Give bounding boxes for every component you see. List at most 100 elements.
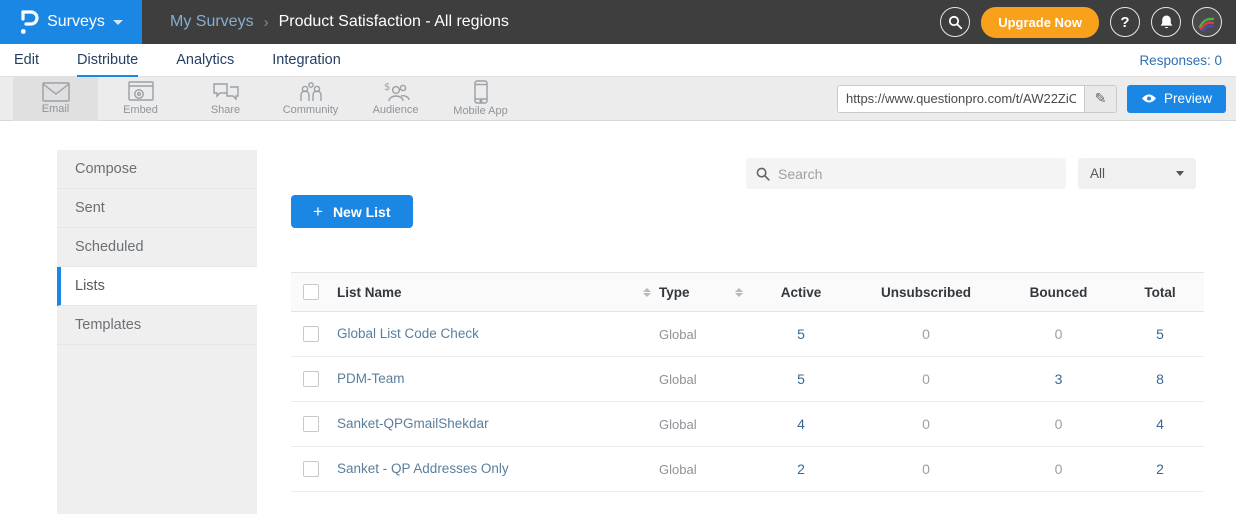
survey-url-field-group: ✎ bbox=[837, 85, 1117, 113]
active-count[interactable]: 4 bbox=[751, 416, 851, 432]
svg-text:$: $ bbox=[384, 82, 390, 93]
section-tabs: Edit Distribute Analytics Integration Re… bbox=[0, 44, 1236, 77]
lists-panel: All + New List List Name Type Active Uns bbox=[257, 121, 1236, 514]
content-area: Compose Sent Scheduled Lists Templates A… bbox=[0, 121, 1236, 514]
chevron-down-icon bbox=[113, 20, 123, 25]
unsubscribed-count[interactable]: 0 bbox=[851, 326, 1001, 342]
breadcrumb-separator-icon: › bbox=[264, 14, 269, 31]
sort-type-icon[interactable] bbox=[735, 288, 743, 297]
toolbar-item-label: Share bbox=[211, 104, 240, 116]
total-count[interactable]: 5 bbox=[1116, 326, 1204, 342]
search-icon bbox=[948, 15, 963, 30]
list-name-link[interactable]: Sanket - QP Addresses Only bbox=[337, 461, 509, 476]
responses-count[interactable]: Responses: 0 bbox=[1139, 53, 1222, 68]
bell-icon bbox=[1159, 14, 1174, 30]
new-list-button[interactable]: + New List bbox=[291, 195, 413, 228]
search-input[interactable] bbox=[778, 166, 1056, 182]
active-count[interactable]: 5 bbox=[751, 371, 851, 387]
tab-edit[interactable]: Edit bbox=[14, 44, 39, 77]
sort-list-name-icon[interactable] bbox=[643, 288, 651, 297]
list-name-link[interactable]: PDM-Team bbox=[337, 371, 405, 386]
table-row: Sanket - QP Addresses Only Global 2 0 0 … bbox=[291, 447, 1204, 492]
column-header-total: Total bbox=[1116, 285, 1204, 300]
select-all-checkbox[interactable] bbox=[303, 284, 319, 300]
brand-label: Surveys bbox=[47, 13, 105, 31]
list-type-filter-dropdown[interactable]: All bbox=[1078, 158, 1196, 189]
email-icon bbox=[42, 82, 70, 102]
total-count[interactable]: 4 bbox=[1116, 416, 1204, 432]
unsubscribed-count[interactable]: 0 bbox=[851, 416, 1001, 432]
survey-url-input[interactable] bbox=[838, 86, 1084, 112]
column-header-bounced: Bounced bbox=[1001, 285, 1116, 300]
toolbar-item-label: Community bbox=[283, 104, 339, 116]
row-checkbox[interactable] bbox=[303, 461, 319, 477]
column-header-unsubscribed: Unsubscribed bbox=[851, 285, 1001, 300]
embed-icon bbox=[128, 81, 154, 103]
list-type: Global bbox=[659, 372, 751, 387]
row-checkbox[interactable] bbox=[303, 416, 319, 432]
toolbar-item-community[interactable]: Community bbox=[268, 77, 353, 121]
preview-button[interactable]: Preview bbox=[1127, 85, 1226, 113]
row-checkbox[interactable] bbox=[303, 371, 319, 387]
column-header-list-name[interactable]: List Name bbox=[337, 285, 402, 300]
edit-url-button[interactable]: ✎ bbox=[1084, 86, 1116, 112]
sidebar-item-compose[interactable]: Compose bbox=[57, 150, 257, 189]
active-count[interactable]: 2 bbox=[751, 461, 851, 477]
table-row: Global List Code Check Global 5 0 0 5 bbox=[291, 312, 1204, 357]
chevron-down-icon bbox=[1176, 171, 1184, 176]
total-count[interactable]: 2 bbox=[1116, 461, 1204, 477]
top-navbar: Surveys My Surveys › Product Satisfactio… bbox=[0, 0, 1236, 44]
page-title: Product Satisfaction - All regions bbox=[279, 13, 509, 31]
toolbar-item-audience[interactable]: $ Audience bbox=[353, 77, 438, 121]
unsubscribed-count[interactable]: 0 bbox=[851, 371, 1001, 387]
list-type: Global bbox=[659, 327, 751, 342]
total-count[interactable]: 8 bbox=[1116, 371, 1204, 387]
toolbar-item-share[interactable]: Share bbox=[183, 77, 268, 121]
search-box bbox=[746, 158, 1066, 189]
questionpro-logo-icon bbox=[19, 8, 39, 36]
pencil-icon: ✎ bbox=[1095, 90, 1107, 107]
tab-distribute[interactable]: Distribute bbox=[77, 44, 138, 77]
bounced-count[interactable]: 0 bbox=[1001, 326, 1116, 342]
bounced-count[interactable]: 0 bbox=[1001, 416, 1116, 432]
preview-label: Preview bbox=[1164, 91, 1212, 106]
share-icon bbox=[212, 81, 240, 103]
email-sidebar: Compose Sent Scheduled Lists Templates bbox=[57, 150, 257, 514]
sidebar-item-templates[interactable]: Templates bbox=[57, 306, 257, 345]
toolbar-item-embed[interactable]: Embed bbox=[98, 77, 183, 121]
sidebar-item-scheduled[interactable]: Scheduled bbox=[57, 228, 257, 267]
surveys-menu-button[interactable]: Surveys bbox=[0, 0, 142, 44]
community-icon bbox=[297, 81, 325, 103]
toolbar-item-email[interactable]: Email bbox=[13, 77, 98, 121]
table-row: PDM-Team Global 5 0 3 8 bbox=[291, 357, 1204, 402]
bounced-count[interactable]: 0 bbox=[1001, 461, 1116, 477]
user-avatar[interactable] bbox=[1192, 7, 1222, 37]
list-name-link[interactable]: Sanket-QPGmailShekdar bbox=[337, 416, 489, 431]
column-header-active: Active bbox=[751, 285, 851, 300]
row-checkbox[interactable] bbox=[303, 326, 319, 342]
tab-analytics[interactable]: Analytics bbox=[176, 44, 234, 77]
eye-icon bbox=[1141, 93, 1157, 104]
help-button[interactable]: ? bbox=[1110, 7, 1140, 37]
sidebar-item-sent[interactable]: Sent bbox=[57, 189, 257, 228]
filter-selected-value: All bbox=[1090, 166, 1105, 181]
audience-icon: $ bbox=[382, 81, 410, 103]
question-mark-icon: ? bbox=[1120, 14, 1129, 31]
toolbar-item-mobile-app[interactable]: Mobile App bbox=[438, 77, 523, 121]
breadcrumb-my-surveys[interactable]: My Surveys bbox=[170, 13, 254, 31]
toolbar-item-label: Mobile App bbox=[453, 105, 507, 117]
unsubscribed-count[interactable]: 0 bbox=[851, 461, 1001, 477]
filters-row: All bbox=[257, 158, 1196, 189]
upgrade-now-button[interactable]: Upgrade Now bbox=[981, 7, 1099, 38]
tab-integration[interactable]: Integration bbox=[272, 44, 341, 77]
notifications-button[interactable] bbox=[1151, 7, 1181, 37]
sidebar-item-lists[interactable]: Lists bbox=[57, 267, 257, 306]
new-list-label: New List bbox=[333, 204, 391, 220]
column-header-type[interactable]: Type bbox=[659, 285, 690, 300]
list-name-link[interactable]: Global List Code Check bbox=[337, 326, 479, 341]
table-row: Sanket-QPGmailShekdar Global 4 0 0 4 bbox=[291, 402, 1204, 447]
toolbar-item-label: Audience bbox=[373, 104, 419, 116]
search-button[interactable] bbox=[940, 7, 970, 37]
active-count[interactable]: 5 bbox=[751, 326, 851, 342]
bounced-count[interactable]: 3 bbox=[1001, 371, 1116, 387]
